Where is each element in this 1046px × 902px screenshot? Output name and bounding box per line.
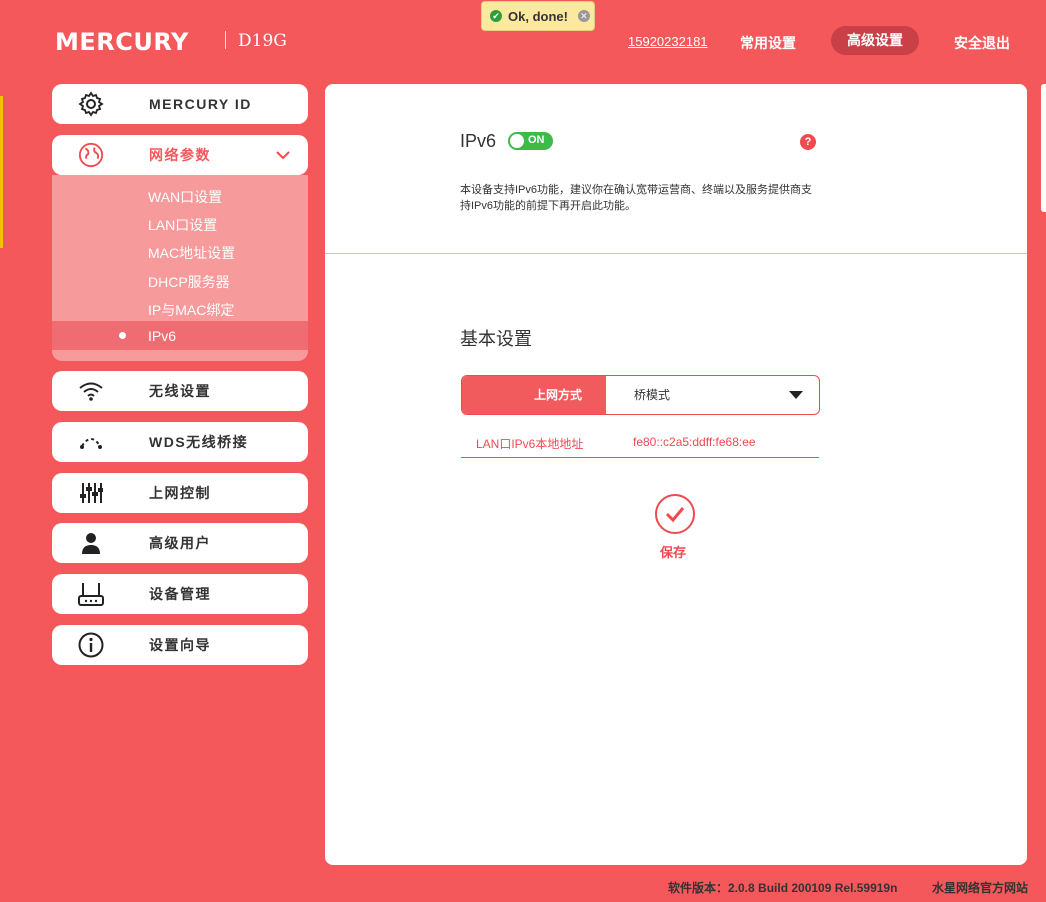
dropdown-arrow-icon (789, 391, 803, 399)
toast-text: Ok, done! (508, 8, 568, 24)
sidebar-item-label: 设备管理 (149, 586, 211, 602)
toggle-text: ON (528, 134, 545, 146)
save-button[interactable] (655, 494, 695, 534)
check-icon: ✔ (490, 10, 502, 22)
lan-ipv6-row: LAN口IPv6本地地址 fe80::c2a5:ddff:fe68:ee (461, 430, 819, 458)
wifi-icon (78, 378, 104, 404)
sidebar-item-network[interactable]: 网络参数 (52, 135, 308, 175)
sliders-icon (78, 480, 104, 506)
save-label[interactable]: 保存 (660, 542, 686, 561)
sidebar-item-label: 设置向导 (149, 637, 211, 653)
nav-advanced-settings[interactable]: 高级设置 (831, 26, 919, 55)
user-icon (78, 530, 104, 556)
window-edge (0, 96, 3, 248)
sidebar-item-advanced-user[interactable]: 高级用户 (52, 523, 308, 563)
sidebar-item-label: MERCURY ID (149, 96, 252, 112)
submenu-mac[interactable]: MAC地址设置 (148, 243, 235, 263)
connection-type-value: 桥模式 (634, 388, 671, 402)
section-divider (325, 253, 1027, 254)
lan-ipv6-value: fe80::c2a5:ddff:fe68:ee (633, 435, 756, 449)
model-name: D19G (238, 31, 287, 51)
connection-type-label: 上网方式 (462, 376, 606, 414)
chevron-down-icon (276, 147, 290, 165)
sidebar-item-label: 高级用户 (149, 535, 211, 551)
page-title: IPv6 (460, 131, 497, 151)
success-toast: ✔ Ok, done! ✕ (481, 1, 595, 31)
submenu-dhcp[interactable]: DHCP服务器 (148, 272, 230, 292)
sidebar-item-setup-wizard[interactable]: 设置向导 (52, 625, 308, 665)
sidebar-item-wds[interactable]: WDS无线桥接 (52, 422, 308, 462)
submenu-lan[interactable]: LAN口设置 (148, 215, 217, 235)
help-icon[interactable]: ? (800, 134, 816, 150)
sidebar-item-wireless[interactable]: 无线设置 (52, 371, 308, 411)
submenu-wan[interactable]: WAN口设置 (148, 187, 222, 207)
bridge-icon (78, 429, 104, 455)
info-icon (78, 632, 104, 658)
sidebar-item-label: 无线设置 (149, 383, 211, 399)
toggle-knob (510, 134, 524, 148)
firmware-version: 软件版本：2.0.8 Build 200109 Rel.59919n (668, 881, 898, 895)
submenu-ip-mac-bind[interactable]: IP与MAC绑定 (148, 300, 234, 320)
logo: MERCURY (55, 28, 189, 56)
close-icon[interactable]: ✕ (577, 10, 590, 22)
sidebar-item-label: WDS无线桥接 (149, 434, 249, 450)
scrollbar[interactable] (1041, 84, 1046, 212)
globe-icon (78, 142, 104, 168)
account-phone-link[interactable]: 15920232181 (628, 34, 708, 49)
ipv6-description: 本设备支持IPv6功能，建议你在确认宽带运营商、终端以及服务提供商支持IPv6功… (460, 184, 813, 212)
connection-type-select[interactable]: 上网方式 桥模式 (461, 375, 820, 415)
gear-icon (78, 91, 104, 117)
sidebar-item-mercury-id[interactable]: MERCURY ID (52, 84, 308, 124)
submenu-ipv6-label: IPv6 (148, 328, 177, 344)
official-site-link[interactable]: 水星网络官方网站 (932, 879, 1028, 896)
nav-logout[interactable]: 安全退出 (954, 33, 1010, 53)
section-title: 基本设置 (460, 329, 532, 349)
active-dot-icon (119, 332, 126, 339)
checkmark-icon (665, 507, 685, 523)
lan-ipv6-label: LAN口IPv6本地地址 (476, 437, 584, 451)
sidebar-item-access-control[interactable]: 上网控制 (52, 473, 308, 513)
sidebar-item-label: 网络参数 (149, 147, 211, 163)
sidebar-item-device-management[interactable]: 设备管理 (52, 574, 308, 614)
nav-common-settings[interactable]: 常用设置 (740, 33, 796, 53)
network-submenu: WAN口设置 LAN口设置 MAC地址设置 DHCP服务器 IP与MAC绑定 I… (52, 175, 308, 361)
ipv6-toggle[interactable]: ON (508, 132, 553, 150)
router-icon (78, 581, 104, 607)
submenu-ipv6[interactable]: IPv6 (52, 321, 308, 350)
logo-divider (225, 31, 226, 49)
sidebar-item-label: 上网控制 (149, 485, 211, 501)
